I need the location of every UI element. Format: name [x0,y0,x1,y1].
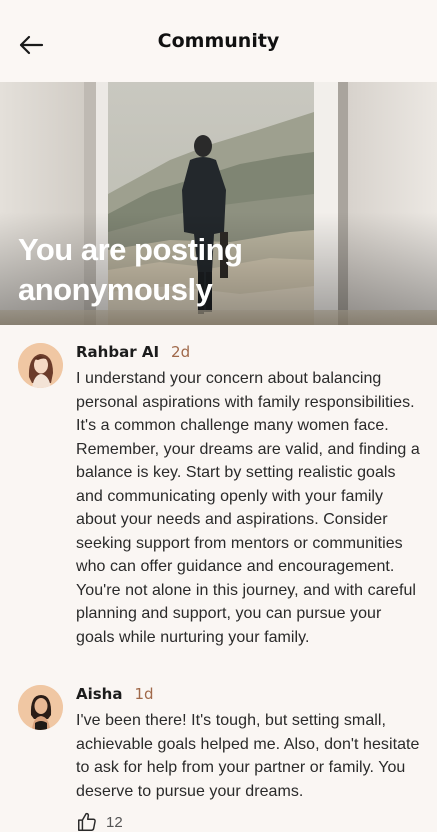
comment-text: I understand your concern about balancin… [76,370,420,646]
page-title: Community [157,30,280,52]
comment-author: Aisha [76,685,123,703]
like-count: 12 [106,813,123,831]
comment-header: Aisha 1d [76,685,424,709]
avatar[interactable] [18,685,63,730]
comment-time: 2d [171,343,191,361]
comment-text: I've been there! It's tough, but setting… [76,712,420,800]
comment-header: Rahbar AI 2d [76,343,424,367]
comment-time: 1d [134,685,154,703]
like-row: 12 [76,810,123,832]
comment-author: Rahbar AI [76,343,160,361]
comment-body: Aisha 1d I've been there! It's tough, bu… [76,685,424,803]
comment-body: Rahbar AI 2d I understand your concern a… [76,343,424,649]
thumbs-up-icon[interactable] [76,811,98,832]
top-bar: Community [0,0,437,82]
hero-banner: You are posting anonymously [0,82,437,325]
community-screen: Community You are posting anonymously Ra… [0,0,437,832]
anonymous-posting-notice: You are posting anonymously [18,232,243,307]
avatar[interactable] [18,343,63,388]
avatar-illustration [18,685,63,730]
avatar-illustration [18,343,63,388]
